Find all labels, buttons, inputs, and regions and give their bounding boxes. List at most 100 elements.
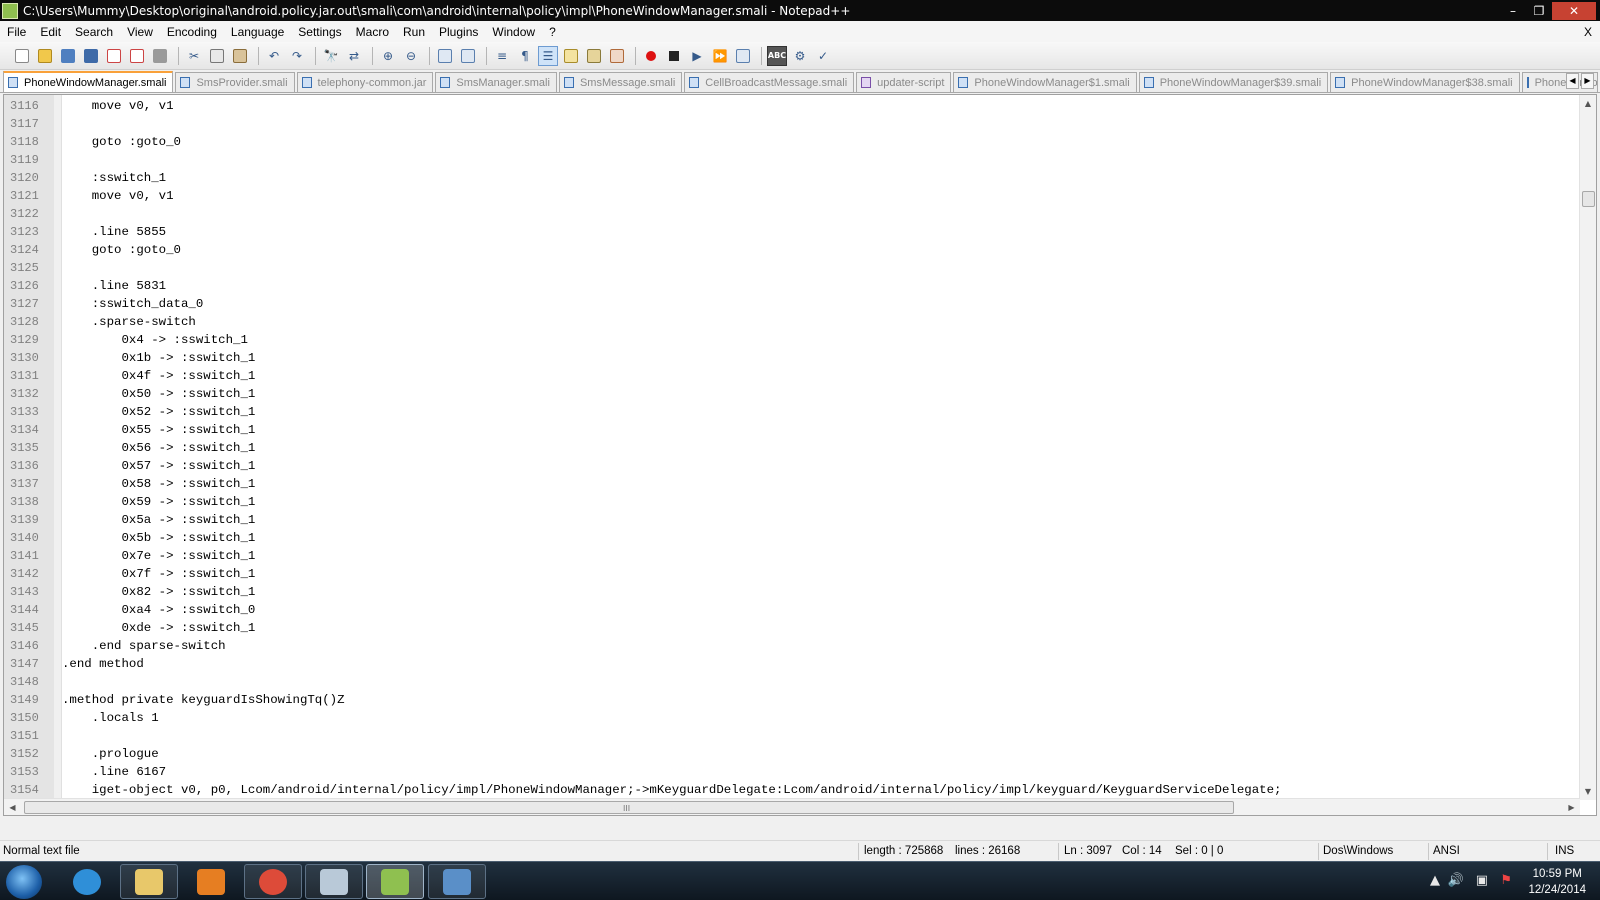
scroll-left-icon[interactable]: ◀: [4, 799, 21, 815]
line-text: 0x59 -> :sswitch_1: [62, 495, 256, 509]
redo-icon[interactable]: ↷: [287, 46, 307, 66]
line-text: 0x5b -> :sswitch_1: [62, 531, 256, 545]
zoom-in-icon[interactable]: ⊕: [378, 46, 398, 66]
taskbar-chrome-button[interactable]: [244, 864, 302, 899]
close-window-button[interactable]: ✕: [1552, 1, 1596, 20]
close-all-icon[interactable]: [127, 46, 147, 66]
menu-view[interactable]: View: [120, 25, 160, 39]
spell-check-next-icon[interactable]: ✓: [813, 46, 833, 66]
tab-phonewindowmanager-39[interactable]: PhoneWindowManager$39.smali: [1138, 72, 1329, 92]
line-text: .end method: [62, 657, 144, 671]
print-icon[interactable]: [150, 46, 170, 66]
tab-phonewindowmanager-1[interactable]: PhoneWindowManager$1.smali: [953, 72, 1137, 92]
line-number: 3142: [10, 567, 39, 581]
function-list-icon[interactable]: [607, 46, 627, 66]
tab-label: SmsManager.smali: [456, 76, 550, 89]
undo-icon[interactable]: ↶: [264, 46, 284, 66]
save-all-icon[interactable]: [81, 46, 101, 66]
menu-encoding[interactable]: Encoding: [160, 25, 224, 39]
tab-smsmessage[interactable]: SmsMessage.smali: [558, 72, 683, 92]
minimize-button[interactable]: –: [1500, 2, 1526, 20]
menu-file[interactable]: File: [0, 25, 33, 39]
tab-telephony-common[interactable]: telephony-common.jar: [296, 72, 434, 92]
taskbar-paint-button[interactable]: [305, 864, 363, 899]
stop-macro-icon[interactable]: [664, 46, 684, 66]
close-file-icon[interactable]: [104, 46, 124, 66]
tab-scroll-left-icon[interactable]: ◀: [1566, 73, 1579, 89]
spell-check-settings-icon[interactable]: ⚙: [790, 46, 810, 66]
line-text: .line 5855: [62, 225, 167, 239]
menu-edit[interactable]: Edit: [33, 25, 68, 39]
tab-label: SmsMessage.smali: [579, 76, 676, 89]
menu-plugins[interactable]: Plugins: [432, 25, 485, 39]
show-hidden-icons-icon[interactable]: ▲: [1430, 873, 1440, 888]
line-text: move v0, v1: [62, 99, 174, 113]
menu-window[interactable]: Window: [485, 25, 542, 39]
cut-icon[interactable]: ✂: [184, 46, 204, 66]
document-map-icon[interactable]: [584, 46, 604, 66]
save-icon[interactable]: [58, 46, 78, 66]
save-macro-icon[interactable]: [733, 46, 753, 66]
maximize-button[interactable]: ❐: [1526, 2, 1552, 20]
new-file-icon[interactable]: [12, 46, 32, 66]
taskbar-remote-desktop-button[interactable]: [428, 864, 486, 899]
line-text: 0x55 -> :sswitch_1: [62, 423, 256, 437]
toolbar-separator: [372, 46, 373, 65]
taskbar-internet-explorer-button[interactable]: [58, 864, 116, 899]
vertical-scroll-thumb[interactable]: [1582, 191, 1595, 207]
tab-smsprovider[interactable]: SmsProvider.smali: [175, 72, 295, 92]
line-number: 3129: [10, 333, 39, 347]
spell-check-icon[interactable]: ABC: [767, 45, 787, 66]
play-macro-icon[interactable]: ▶: [687, 46, 707, 66]
line-number: 3137: [10, 477, 39, 491]
menu-search[interactable]: Search: [68, 25, 120, 39]
horizontal-scrollbar[interactable]: ◀ III ▶: [4, 798, 1580, 815]
run-macro-multiple-icon[interactable]: ⏩: [710, 46, 730, 66]
tab-phonewindowmanager[interactable]: PhoneWindowManager.smali: [3, 71, 174, 92]
horizontal-scroll-thumb[interactable]: III: [24, 801, 1234, 814]
sync-horizontal-icon[interactable]: [458, 46, 478, 66]
taskbar-file-explorer-button[interactable]: [120, 864, 178, 899]
file-icon: [1526, 77, 1529, 88]
file-icon: [861, 77, 872, 88]
find-icon[interactable]: 🔭: [321, 46, 341, 66]
menu-settings[interactable]: Settings: [291, 25, 348, 39]
action-center-flag-icon[interactable]: ⚑: [1500, 873, 1512, 888]
line-number: 3130: [10, 351, 39, 365]
scroll-up-icon[interactable]: ▲: [1580, 95, 1596, 112]
user-defined-language-icon[interactable]: [561, 46, 581, 66]
replace-icon[interactable]: ⇄: [344, 46, 364, 66]
volume-icon[interactable]: 🔊: [1448, 873, 1464, 888]
word-wrap-icon[interactable]: ≡: [492, 46, 512, 66]
menu-language[interactable]: Language: [224, 25, 291, 39]
start-button-icon[interactable]: [6, 865, 42, 899]
tab-scroll-right-icon[interactable]: ▶: [1581, 73, 1594, 89]
vertical-scrollbar[interactable]: ▲ ▼: [1579, 95, 1596, 800]
menu-help[interactable]: ?: [542, 25, 563, 39]
clock[interactable]: 10:59 PM 12/24/2014: [1528, 866, 1586, 898]
menu-run[interactable]: Run: [396, 25, 432, 39]
tab-smsmanager[interactable]: SmsManager.smali: [435, 72, 557, 92]
record-macro-icon[interactable]: [641, 46, 661, 66]
sync-vertical-icon[interactable]: [435, 46, 455, 66]
taskbar-media-player-button[interactable]: [182, 864, 240, 899]
tab-phonewindowmanager-38[interactable]: PhoneWindowManager$38.smali: [1330, 72, 1520, 92]
tab-updater-script[interactable]: updater-script: [856, 72, 952, 92]
network-icon[interactable]: ▣: [1476, 873, 1488, 888]
zoom-out-icon[interactable]: ⊖: [401, 46, 421, 66]
taskbar-notepad-plus-plus-button[interactable]: [366, 864, 424, 899]
editor-pane[interactable]: 3116 move v0, v1 3117 3118 goto :goto_0 311…: [3, 94, 1597, 816]
scroll-down-icon[interactable]: ▼: [1580, 783, 1596, 800]
show-all-characters-icon[interactable]: ¶: [515, 46, 535, 66]
menu-macro[interactable]: Macro: [349, 25, 396, 39]
scroll-right-icon[interactable]: ▶: [1563, 799, 1580, 815]
indent-guide-icon[interactable]: ☰: [538, 45, 558, 66]
paste-icon[interactable]: [230, 46, 250, 66]
code-line: 3153 .line 6167: [4, 763, 1281, 781]
tab-cellbroadcastmessage[interactable]: CellBroadcastMessage.smali: [684, 72, 855, 92]
open-file-icon[interactable]: [35, 46, 55, 66]
copy-icon[interactable]: [207, 46, 227, 66]
line-text: 0x58 -> :sswitch_1: [62, 477, 256, 491]
status-line-number: Ln : 3097: [1064, 845, 1112, 857]
close-document-button[interactable]: X: [1584, 25, 1600, 39]
